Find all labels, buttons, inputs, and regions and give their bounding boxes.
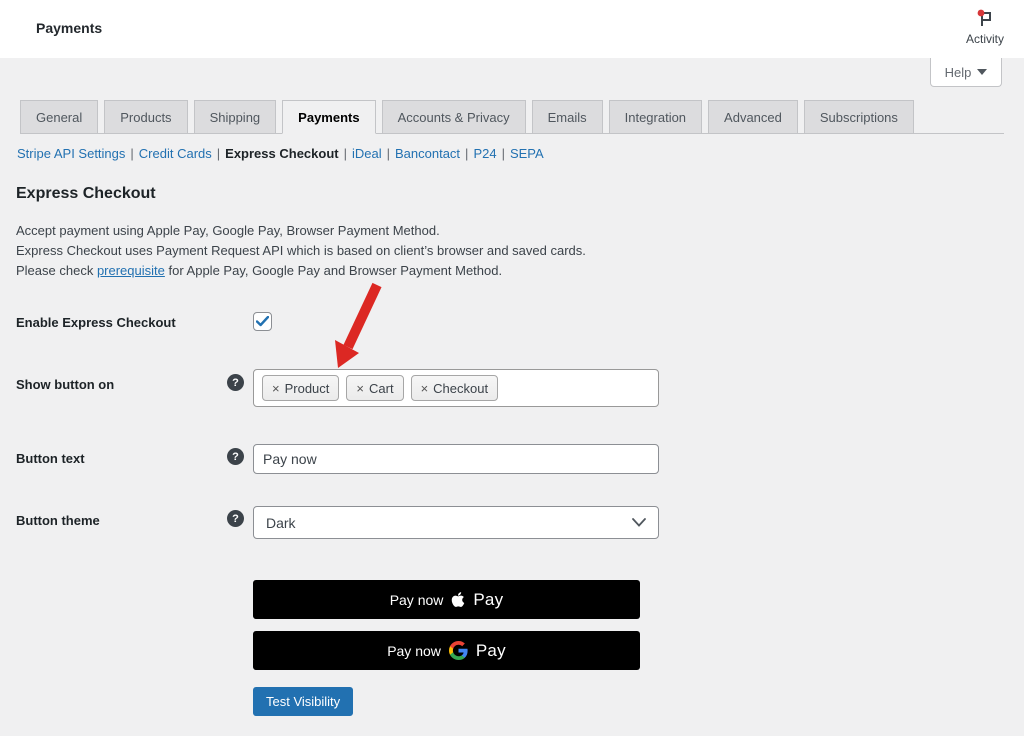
button-text-label: Button text: [16, 451, 85, 466]
chevron-down-icon: [977, 69, 988, 75]
tag-label: Cart: [369, 380, 394, 396]
subnav-sepa[interactable]: SEPA: [510, 146, 544, 161]
subnav-stripe-api-settings[interactable]: Stripe API Settings: [17, 146, 125, 161]
show-button-on-label: Show button on: [16, 377, 115, 392]
enable-express-checkout-label: Enable Express Checkout: [16, 315, 176, 330]
section-title: Express Checkout: [16, 185, 156, 202]
description-line-1: Accept payment using Apple Pay, Google P…: [16, 223, 440, 238]
subnav-separator: |: [343, 146, 347, 161]
tag-label: Product: [284, 380, 330, 396]
selected-option-checkout: × Checkout: [410, 375, 499, 401]
subnav-separator: |: [130, 146, 134, 161]
subnav-ideal[interactable]: iDeal: [352, 146, 382, 161]
button-text-help-icon[interactable]: ?: [227, 448, 244, 465]
tab-general[interactable]: General: [20, 100, 99, 134]
subnav-separator: |: [501, 146, 505, 161]
button-theme-label: Button theme: [16, 513, 100, 528]
subnav-separator: |: [386, 146, 390, 161]
checkmark-icon: [256, 316, 269, 327]
tab-payments[interactable]: Payments: [282, 100, 376, 134]
flag-icon: [977, 9, 991, 26]
show-button-on-help-icon[interactable]: ?: [227, 374, 244, 391]
tab-advanced[interactable]: Advanced: [708, 100, 798, 134]
tab-subscriptions[interactable]: Subscriptions: [803, 100, 914, 134]
tab-accounts-privacy[interactable]: Accounts & Privacy: [381, 100, 526, 134]
subnav-express-checkout[interactable]: Express Checkout: [225, 146, 338, 161]
tag-label: Checkout: [433, 380, 489, 396]
apple-pay-preview-button[interactable]: Pay now Pay: [253, 580, 640, 619]
help-label: Help: [944, 64, 972, 80]
remove-tag-icon[interactable]: ×: [421, 381, 429, 396]
remove-tag-icon[interactable]: ×: [272, 381, 280, 396]
activity-label: Activity: [965, 32, 1004, 46]
apple-pay-brand-text: Pay: [473, 589, 504, 609]
section-description: Accept payment using Apple Pay, Google P…: [16, 221, 586, 281]
subnav-bancontact[interactable]: Bancontact: [395, 146, 460, 161]
google-pay-text: Pay now: [387, 642, 441, 659]
tab-emails[interactable]: Emails: [531, 100, 603, 134]
button-theme-help-icon[interactable]: ?: [227, 510, 244, 527]
button-theme-selected-value: Dark: [266, 514, 296, 531]
button-theme-select[interactable]: Dark: [253, 506, 659, 539]
test-visibility-button[interactable]: Test Visibility: [253, 687, 354, 716]
subnav-separator: |: [465, 146, 469, 161]
google-pay-preview-button[interactable]: Pay now Pay: [253, 631, 640, 670]
description-line-3: Please check prerequisite for Apple Pay,…: [16, 261, 586, 281]
selected-option-cart: × Cart: [346, 375, 404, 401]
tab-shipping[interactable]: Shipping: [193, 100, 277, 134]
subnav-p24[interactable]: P24: [473, 146, 496, 161]
prerequisite-link[interactable]: prerequisite: [97, 263, 165, 278]
activity-button[interactable]: Activity: [962, 8, 1008, 46]
google-logo-icon: [448, 641, 468, 660]
page-title: Payments: [36, 20, 103, 36]
apple-logo-icon: [452, 592, 465, 607]
remove-tag-icon[interactable]: ×: [356, 381, 364, 396]
enable-express-checkout-checkbox[interactable]: [253, 312, 272, 331]
tab-integration[interactable]: Integration: [608, 100, 703, 134]
subnav-credit-cards[interactable]: Credit Cards: [139, 146, 212, 161]
apple-pay-text: Pay now: [389, 591, 444, 608]
help-dropdown-button[interactable]: Help: [930, 58, 1002, 87]
description-line-3-suffix: for Apple Pay, Google Pay and Browser Pa…: [164, 263, 503, 278]
payments-subnav: Stripe API Settings | Credit Cards | Express…: [17, 146, 544, 161]
button-text-input[interactable]: [253, 444, 659, 474]
description-line-3-prefix: Please check: [16, 263, 97, 278]
show-button-on-multiselect[interactable]: × Product × Cart × Checkout: [253, 369, 659, 407]
top-header-bar: Payments Activity: [0, 0, 1024, 58]
notification-dot: [977, 9, 985, 17]
google-pay-brand-text: Pay: [475, 640, 506, 660]
selected-option-product: × Product: [262, 375, 340, 401]
annotation-arrow: [335, 282, 382, 368]
tab-products[interactable]: Products: [104, 100, 188, 134]
settings-tabs: General Products Shipping Payments Accou…: [20, 100, 914, 134]
description-line-2: Express Checkout uses Payment Request AP…: [16, 243, 586, 258]
subnav-separator: |: [216, 146, 221, 161]
chevron-down-icon: [632, 518, 646, 527]
